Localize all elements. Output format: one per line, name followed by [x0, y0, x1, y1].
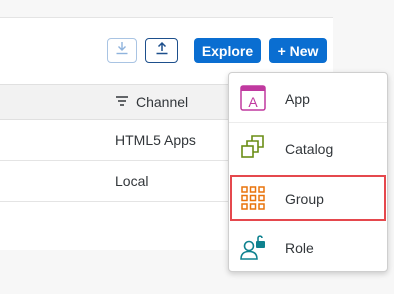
catalog-icon	[239, 134, 267, 162]
menu-item-label: Role	[285, 240, 314, 256]
menu-item-catalog[interactable]: Catalog	[229, 124, 387, 173]
new-button[interactable]: + New	[269, 38, 327, 63]
menu-item-label: App	[285, 91, 310, 107]
page: Explore + New Channel HTML5 Apps Local A	[0, 0, 394, 294]
upload-icon	[154, 40, 170, 61]
upload-button[interactable]	[145, 38, 178, 63]
menu-item-group[interactable]: Group	[230, 175, 386, 221]
role-icon	[239, 233, 267, 261]
group-icon	[239, 184, 267, 212]
menu-item-label: Catalog	[285, 141, 334, 157]
channel-header-label: Channel	[136, 94, 189, 110]
app-icon: A	[239, 84, 267, 112]
channel-cell: HTML5 Apps	[115, 132, 196, 148]
menu-item-label: Group	[285, 191, 324, 207]
menu-item-role[interactable]: Role	[229, 223, 387, 272]
svg-text:A: A	[248, 94, 258, 110]
download-button[interactable]	[107, 38, 137, 63]
channel-cell: Local	[115, 173, 149, 189]
menu-item-app[interactable]: A App	[229, 74, 387, 123]
channel-column-header[interactable]: Channel	[115, 94, 188, 110]
download-icon	[114, 40, 130, 61]
explore-button[interactable]: Explore	[194, 38, 261, 63]
sort-icon	[115, 94, 136, 110]
new-menu: A App Catalog Group Role	[228, 72, 388, 272]
